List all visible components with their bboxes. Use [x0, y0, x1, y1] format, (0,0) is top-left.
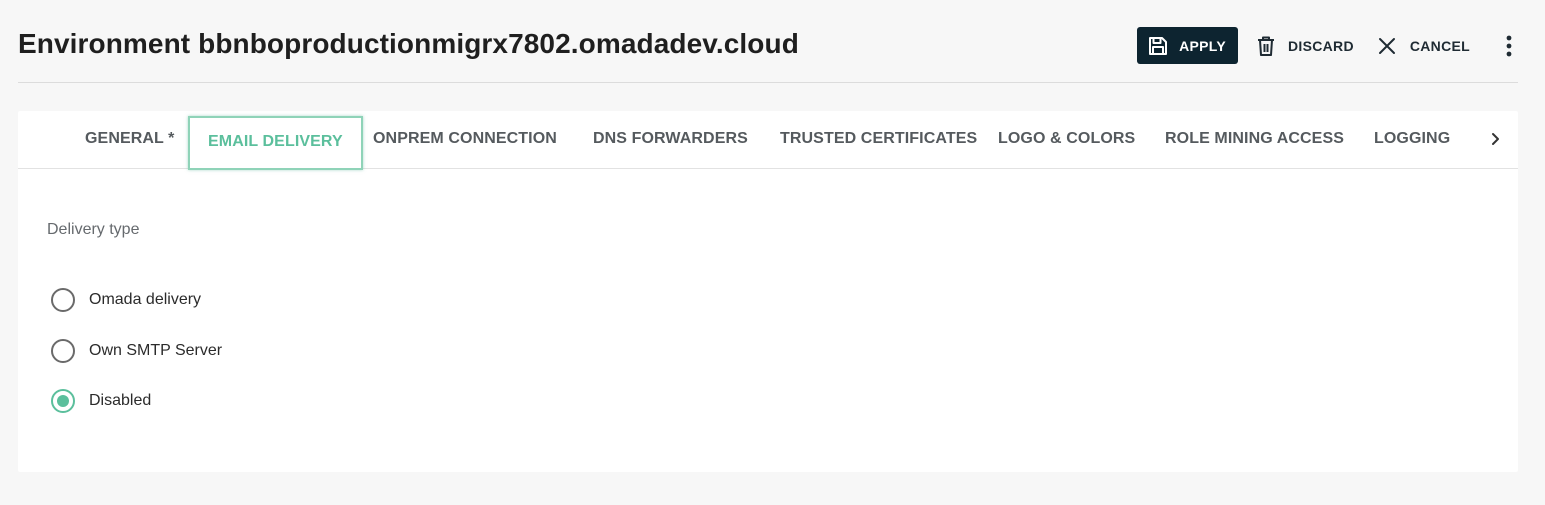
page-title: Environment bbnboproductionmigrx7802.oma…	[18, 28, 799, 59]
tab-general[interactable]: GENERAL *	[85, 130, 175, 148]
tab-role-mining-access[interactable]: ROLE MINING ACCESS	[1165, 130, 1344, 148]
tab-email-delivery[interactable]: EMAIL DELIVERY	[188, 116, 363, 170]
radio-checked-icon[interactable]	[51, 389, 75, 413]
radio-omada-delivery[interactable]: Omada delivery	[51, 288, 201, 312]
tab-bar: GENERAL * EMAIL DELIVERY ONPREM CONNECTI…	[18, 111, 1518, 170]
settings-card: GENERAL * EMAIL DELIVERY ONPREM CONNECTI…	[18, 111, 1518, 472]
page-header: Environment bbnboproductionmigrx7802.oma…	[18, 0, 1518, 83]
tabs-scroll-right-button[interactable]	[1486, 127, 1506, 151]
tab-logging[interactable]: LOGGING	[1374, 130, 1450, 148]
cancel-label: CANCEL	[1409, 37, 1470, 54]
discard-label: DISCARD	[1287, 37, 1354, 54]
apply-button[interactable]: APPLY	[1137, 27, 1238, 64]
radio-disabled[interactable]: Disabled	[51, 389, 151, 413]
discard-button[interactable]: DISCARD	[1256, 27, 1354, 64]
tab-trusted-certificates[interactable]: TRUSTED CERTIFICATES	[780, 130, 977, 148]
save-icon	[1147, 35, 1169, 57]
more-options-button[interactable]	[1498, 27, 1520, 64]
tab-dns-forwarders[interactable]: DNS FORWARDERS	[593, 130, 748, 148]
apply-label: APPLY	[1179, 37, 1226, 54]
radio-own-smtp-server[interactable]: Own SMTP Server	[51, 339, 222, 363]
radio-unchecked-icon[interactable]	[51, 288, 75, 312]
more-vertical-icon	[1506, 35, 1512, 57]
tab-logo-colors[interactable]: LOGO & COLORS	[998, 130, 1135, 148]
radio-label: Disabled	[89, 392, 152, 409]
radio-label: Omada delivery	[89, 291, 202, 308]
radio-label: Own SMTP Server	[89, 342, 223, 359]
cancel-button[interactable]: CANCEL	[1378, 27, 1470, 64]
radio-dot	[57, 395, 69, 407]
tab-onprem-connection[interactable]: ONPREM CONNECTION	[373, 130, 557, 148]
delivery-type-label: Delivery type	[47, 221, 140, 238]
chevron-right-icon	[1486, 133, 1506, 155]
toolbar: APPLY DISCARD CANCEL	[1137, 27, 1518, 64]
trash-icon	[1256, 35, 1276, 57]
close-icon	[1378, 37, 1396, 55]
radio-unchecked-icon[interactable]	[51, 339, 75, 363]
